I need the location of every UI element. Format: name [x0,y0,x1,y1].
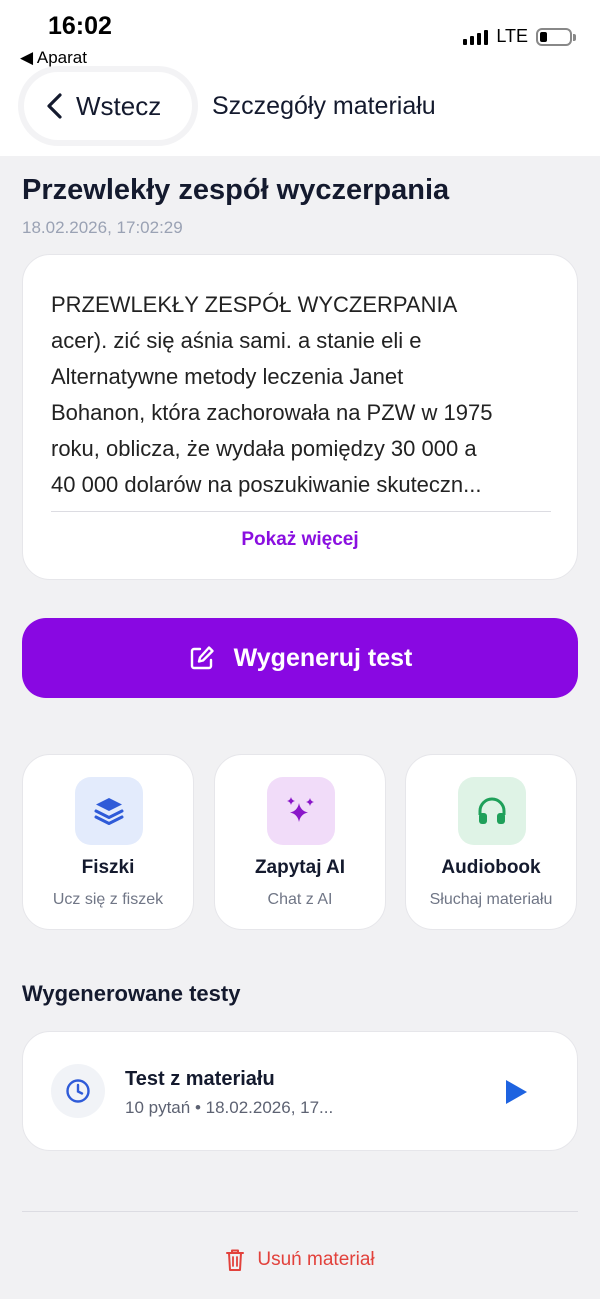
network-label: LTE [496,26,528,46]
material-date: 18.02.2026, 17:02:29 [22,218,183,237]
audiobook-tile[interactable]: Audiobook Słuchaj materiału [405,754,577,930]
generate-test-button[interactable]: Wygeneruj test [22,618,578,698]
tile-title: Fiszki [81,857,135,878]
status-time: 16:02 [48,12,112,40]
material-text-card: PRZEWLEKŁY ZESPÓŁ WYCZERPANIA acer). zić… [22,254,578,580]
test-list-item[interactable]: Test z materiału 10 pytań • 18.02.2026, … [22,1031,578,1151]
text-line: roku, oblicza, że wydała pomiędzy 30 000… [51,436,477,461]
battery-icon [536,27,576,46]
page-title: Szczegóły materiału [212,92,436,120]
text-line: 40 000 dolarów na poszukiwanie skuteczn.… [51,472,482,497]
status-indicators: LTE [463,26,576,47]
ask-ai-tile[interactable]: Zapytaj AI Chat z AI [214,754,386,930]
tile-subtitle: Ucz się z fiszek [52,891,164,908]
play-icon[interactable] [503,1078,529,1106]
tile-title: Zapytaj AI [254,857,346,878]
status-back-app-link[interactable]: ◀ Aparat [20,48,87,68]
delete-material-label: Usuń materiał [257,1249,375,1270]
text-line: Alternatywne metody leczenia Janet [51,364,404,389]
headphones-icon [458,777,526,845]
delete-material-button[interactable]: Usuń materiał [0,1248,600,1272]
layers-icon [75,777,143,845]
trash-icon [226,1249,245,1271]
top-bar: 16:02 ◀ Aparat LTE Wstecz Szczegóły mate… [0,0,600,156]
edit-icon [190,646,214,670]
test-meta: 10 pytań • 18.02.2026, 17... [125,1098,334,1117]
material-text: PRZEWLEKŁY ZESPÓŁ WYCZERPANIA acer). zić… [51,287,551,503]
back-button-label: Wstecz [76,90,162,121]
text-line: Bohanon, która zachorowała na PZW w 1975 [51,400,493,425]
show-more-link[interactable]: Pokaż więcej [23,529,577,551]
sparkles-icon [267,777,335,845]
flashcards-tile[interactable]: Fiszki Ucz się z fiszek [22,754,194,930]
generated-tests-heading: Wygenerowane testy [22,981,241,1006]
test-title: Test z materiału [125,1068,275,1090]
chevron-left-icon [47,93,62,119]
generate-test-label: Wygeneruj test [233,643,413,672]
tile-subtitle: Słuchaj materiału [429,891,553,908]
signal-icon [463,29,489,45]
back-button[interactable]: Wstecz [24,72,192,140]
divider [51,511,551,512]
text-line: acer). zić się aśnia sami. a stanie eli … [51,328,422,353]
tile-title: Audiobook [441,857,541,878]
tile-subtitle: Chat z AI [267,891,333,908]
material-title: Przewlekły zespół wyczerpania [22,174,450,206]
clock-icon [51,1064,105,1118]
text-line: PRZEWLEKŁY ZESPÓŁ WYCZERPANIA [51,292,458,317]
divider [22,1211,578,1212]
